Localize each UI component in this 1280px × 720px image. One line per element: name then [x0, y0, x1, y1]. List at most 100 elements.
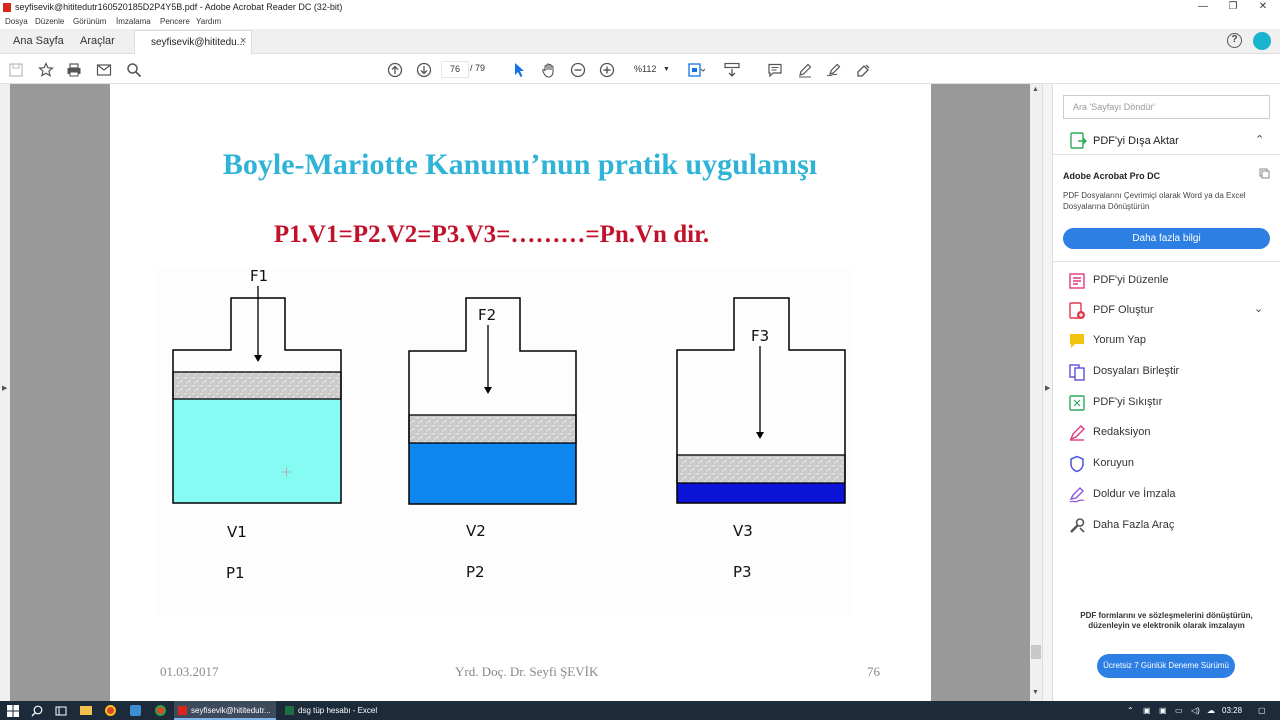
- network-icon[interactable]: ▭: [1175, 701, 1183, 720]
- liquid-1: [173, 399, 341, 503]
- taskbar-excel[interactable]: dsg tüp hesabı - Excel: [281, 701, 381, 720]
- chevron-down-icon: ▼: [663, 66, 670, 73]
- volume-label-3: V3: [733, 522, 753, 540]
- dismiss-promo-icon[interactable]: [1259, 168, 1270, 179]
- search-icon[interactable]: [124, 60, 144, 80]
- tool-fill-sign[interactable]: Doldur ve İmzala: [1068, 484, 1268, 506]
- zoom-value: %112: [634, 64, 657, 74]
- chevron-down-icon[interactable]: ⌄: [1254, 302, 1263, 315]
- tool-more-tools[interactable]: Daha Fazla Araç: [1068, 515, 1268, 537]
- tray-chevron-icon[interactable]: ⌃: [1127, 701, 1134, 720]
- tab-document[interactable]: seyfisevik@hititedu... ×: [134, 30, 252, 54]
- fit-page-icon[interactable]: [686, 60, 706, 80]
- tool-protect[interactable]: Koruyun: [1068, 453, 1268, 475]
- excel-task-icon: [285, 706, 294, 715]
- promo-bottom-note: PDF formlarını ve sözleşmelerini dönüştü…: [1080, 611, 1253, 630]
- mail-icon[interactable]: [94, 60, 114, 80]
- volume-icon[interactable]: ◁): [1191, 701, 1200, 720]
- sign-icon[interactable]: [854, 60, 874, 80]
- tray-app-icon[interactable]: ▣: [1159, 701, 1167, 720]
- tool-combine-files[interactable]: Dosyaları Birleştir: [1068, 361, 1268, 383]
- panel-divider[interactable]: ▶: [1042, 84, 1053, 701]
- tab-tools[interactable]: Araçlar: [80, 35, 115, 47]
- task-view-icon[interactable]: [55, 705, 67, 717]
- liquid-2: [409, 443, 576, 504]
- tool-compress-pdf[interactable]: PDF'yi Sıkıştır: [1068, 392, 1268, 414]
- menu-gorunum[interactable]: Görünüm: [73, 14, 106, 29]
- taskbar-excel-label: dsg tüp hesabı - Excel: [298, 706, 378, 715]
- menu-bar: Dosya Düzenle Görünüm İmzalama Pencere Y…: [0, 14, 1280, 29]
- combine-files-icon: [1069, 364, 1085, 381]
- export-pdf-label: PDF'yi Dışa Aktar: [1093, 135, 1179, 147]
- volume-label-1: V1: [227, 523, 247, 541]
- previous-page-icon[interactable]: [385, 60, 405, 80]
- next-page-icon[interactable]: [414, 60, 434, 80]
- chrome-icon[interactable]: [155, 705, 166, 716]
- promo-description: PDF Dosyalarını Çevrimiçi olarak Word ya…: [1063, 191, 1246, 211]
- menu-imzalama[interactable]: İmzalama: [116, 14, 151, 29]
- help-icon[interactable]: ?: [1227, 33, 1242, 48]
- tool-label: Doldur ve İmzala: [1093, 488, 1176, 500]
- zoom-out-icon[interactable]: [568, 60, 588, 80]
- tool-label: PDF Oluştur: [1093, 304, 1154, 316]
- pressure-label-2: P2: [466, 563, 485, 581]
- piston-1: [172, 371, 342, 400]
- notifications-icon[interactable]: ▢: [1258, 701, 1266, 720]
- account-avatar[interactable]: [1253, 32, 1271, 50]
- scroll-up-icon[interactable]: ▲: [1032, 86, 1039, 93]
- taskbar-acrobat[interactable]: seyfisevik@hititedutr...: [174, 701, 276, 720]
- close-window-button[interactable]: ✕: [1246, 0, 1280, 14]
- print-icon[interactable]: [64, 60, 84, 80]
- taskbar-search-icon[interactable]: [31, 705, 43, 717]
- menu-duzenle[interactable]: Düzenle: [35, 14, 64, 29]
- tool-label: PDF'yi Sıkıştır: [1093, 396, 1163, 408]
- scrollbar-thumb[interactable]: [1031, 645, 1041, 659]
- scroll-down-icon[interactable]: ▼: [1032, 689, 1039, 696]
- close-tab-icon[interactable]: ×: [240, 35, 246, 47]
- create-pdf-icon: [1069, 302, 1085, 319]
- select-cursor-icon[interactable]: [509, 60, 529, 80]
- acrobat-logo-icon: [3, 3, 11, 12]
- file-explorer-icon[interactable]: [80, 706, 92, 715]
- zoom-dropdown[interactable]: %112 ▼: [627, 61, 672, 78]
- tab-home[interactable]: Ana Sayfa: [13, 35, 64, 47]
- hand-tool-icon[interactable]: [539, 60, 559, 80]
- tray-app-icon[interactable]: ▣: [1143, 701, 1151, 720]
- star-icon[interactable]: [36, 60, 56, 80]
- chrome-icon[interactable]: [105, 705, 116, 716]
- slide-title: Boyle-Mariotte Kanunu’nun pratik uygulan…: [222, 148, 818, 181]
- restore-button[interactable]: ❐: [1216, 0, 1250, 14]
- draw-icon[interactable]: [824, 60, 844, 80]
- free-trial-button[interactable]: Ücretsiz 7 Günlük Deneme Sürümü: [1097, 654, 1235, 678]
- tool-redact[interactable]: Redaksiyon: [1068, 422, 1268, 444]
- minimize-button[interactable]: —: [1186, 0, 1220, 14]
- chevron-up-icon[interactable]: ⌃: [1255, 133, 1264, 146]
- tool-create-pdf[interactable]: PDF Oluştur ⌄: [1068, 300, 1268, 322]
- footer-date: 01.03.2017: [160, 664, 219, 679]
- highlight-pen-icon[interactable]: [795, 60, 815, 80]
- volume-label-2: V2: [466, 522, 486, 540]
- zoom-in-icon[interactable]: [597, 60, 617, 80]
- tool-label: Koruyun: [1093, 457, 1134, 469]
- windows-start-icon[interactable]: [7, 705, 19, 717]
- page-number-input[interactable]: 76: [441, 61, 469, 78]
- compress-pdf-icon: [1069, 395, 1085, 411]
- learn-more-button[interactable]: Daha fazla bilgi: [1063, 228, 1270, 249]
- comment-icon[interactable]: [765, 60, 785, 80]
- tool-comment[interactable]: Yorum Yap: [1068, 330, 1268, 352]
- toolbar: 76 / 79 %112 ▼: [0, 55, 1280, 84]
- app-icon[interactable]: [130, 705, 141, 716]
- tools-search-input[interactable]: Ara 'Sayfayı Döndür': [1063, 95, 1270, 119]
- vertical-scrollbar[interactable]: ▲ ▼: [1030, 84, 1042, 701]
- force-label-3: F3: [751, 327, 770, 345]
- menu-dosya[interactable]: Dosya: [5, 14, 28, 29]
- clock[interactable]: 03:28: [1222, 701, 1242, 720]
- tool-label: Yorum Yap: [1093, 334, 1147, 346]
- tool-edit-pdf[interactable]: PDF'yi Düzenle: [1068, 270, 1268, 292]
- menu-yardim[interactable]: Yardım: [196, 14, 221, 29]
- onedrive-icon[interactable]: ☁: [1207, 701, 1215, 720]
- separator: [1053, 154, 1280, 155]
- save-icon[interactable]: [6, 60, 26, 80]
- scroll-mode-icon[interactable]: [722, 60, 742, 80]
- menu-pencere[interactable]: Pencere: [160, 14, 190, 29]
